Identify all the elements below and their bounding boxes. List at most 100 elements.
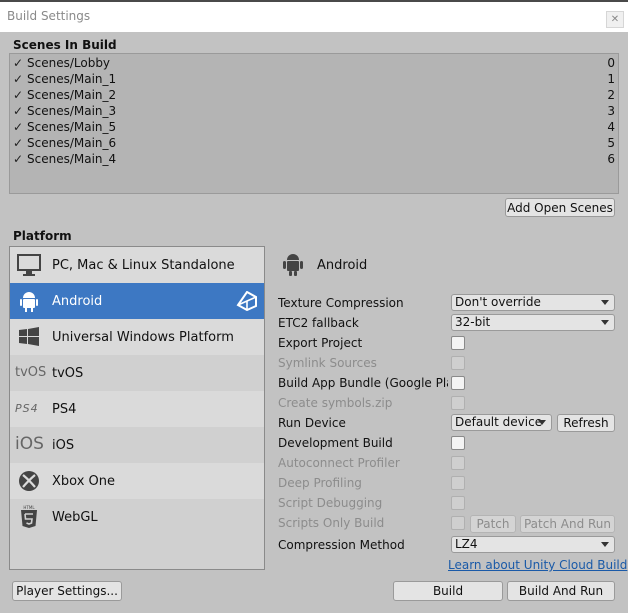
player-settings-button[interactable]: Player Settings... (12, 581, 122, 601)
scene-checkbox[interactable]: ✓ (13, 57, 25, 69)
scripts-only-build-checkbox (451, 516, 465, 530)
scene-row[interactable]: ✓ Scenes/Main_5 4 (12, 119, 615, 135)
autoconnect-profiler-label: Autoconnect Profiler (278, 456, 400, 470)
html5-icon: HTML (21, 505, 37, 528)
platform-name: PC, Mac & Linux Standalone (52, 258, 235, 273)
build-button[interactable]: Build (393, 581, 503, 601)
title-bar: Build Settings ✕ (0, 0, 628, 32)
tvos-icon: tvOS (15, 365, 47, 380)
compression-method-label: Compression Method (278, 538, 405, 552)
scene-name: Scenes/Main_5 (27, 120, 117, 134)
unity-cloud-build-link[interactable]: Learn about Unity Cloud Build (448, 558, 627, 572)
run-device-label: Run Device (278, 416, 346, 430)
platform-item-standalone[interactable]: PC, Mac & Linux Standalone (10, 247, 264, 283)
scene-row[interactable]: ✓ Scenes/Main_1 1 (12, 71, 615, 87)
build-and-run-button[interactable]: Build And Run (507, 581, 615, 601)
scene-index: 2 (607, 88, 615, 102)
export-project-checkbox[interactable] (451, 336, 465, 350)
build-app-bundle-checkbox[interactable] (451, 376, 465, 390)
platform-item-uwp[interactable]: Universal Windows Platform (10, 319, 264, 355)
platform-name: iOS (52, 438, 75, 453)
scene-checkbox[interactable]: ✓ (13, 137, 25, 149)
autoconnect-profiler-checkbox (451, 456, 465, 470)
scripts-only-build-label: Scripts Only Build (278, 516, 385, 530)
add-open-scenes-button[interactable]: Add Open Scenes (505, 198, 615, 217)
refresh-button[interactable]: Refresh (557, 414, 615, 432)
platform-name: Universal Windows Platform (52, 330, 234, 345)
texture-compression-dropdown[interactable]: Don't override (451, 294, 615, 311)
platform-name: Android (52, 294, 103, 309)
platform-settings-title: Android (317, 258, 368, 273)
scene-row[interactable]: ✓ Scenes/Main_2 2 (12, 87, 615, 103)
svg-text:HTML: HTML (23, 505, 35, 510)
scene-index: 5 (607, 136, 615, 150)
create-symbols-label: Create symbols.zip (278, 396, 393, 410)
patch-and-run-button: Patch And Run (520, 515, 615, 533)
scene-row[interactable]: ✓ Scenes/Lobby 0 (12, 55, 615, 71)
platform-item-ios[interactable]: iOS iOS (10, 427, 264, 463)
close-button[interactable]: ✕ (606, 11, 624, 28)
deep-profiling-checkbox (451, 476, 465, 490)
etc2-fallback-dropdown[interactable]: 32-bit (451, 314, 615, 331)
platform-label: Platform (13, 229, 72, 243)
build-app-bundle-label: Build App Bundle (Google Play) (278, 376, 448, 390)
deep-profiling-label: Deep Profiling (278, 476, 362, 490)
window-title: Build Settings (7, 9, 91, 23)
monitor-icon (17, 254, 41, 276)
scene-index: 4 (607, 120, 615, 134)
scene-checkbox[interactable]: ✓ (13, 89, 25, 101)
script-debugging-checkbox (451, 496, 465, 510)
texture-compression-label: Texture Compression (278, 296, 404, 310)
scene-row[interactable]: ✓ Scenes/Main_6 5 (12, 135, 615, 151)
export-project-label: Export Project (278, 336, 363, 350)
scene-index: 6 (607, 152, 615, 166)
scene-name: Scenes/Main_4 (27, 152, 117, 166)
platform-item-tvos[interactable]: tvOS tvOS (10, 355, 264, 391)
chevron-down-icon (601, 320, 609, 325)
android-icon (20, 292, 38, 312)
compression-method-dropdown[interactable]: LZ4 (451, 536, 615, 553)
unity-logo-icon (236, 291, 257, 311)
ios-icon: iOS (15, 434, 44, 454)
script-debugging-label: Script Debugging (278, 496, 383, 510)
etc2-fallback-value: 32-bit (455, 315, 491, 329)
symlink-sources-label: Symlink Sources (278, 356, 377, 370)
android-icon (283, 254, 303, 276)
platform-item-android[interactable]: Android (10, 283, 264, 319)
platform-item-webgl[interactable]: HTML WebGL (10, 499, 264, 535)
run-device-value: Default device (455, 415, 543, 429)
platform-name: WebGL (52, 510, 98, 525)
windows-icon (19, 327, 39, 346)
chevron-down-icon (538, 420, 546, 425)
scenes-in-build-label: Scenes In Build (13, 38, 117, 52)
development-build-label: Development Build (278, 436, 393, 450)
scene-name: Scenes/Main_1 (27, 72, 117, 86)
scene-name: Scenes/Main_3 (27, 104, 117, 118)
texture-compression-value: Don't override (455, 295, 541, 309)
platform-name: PS4 (52, 402, 77, 417)
symlink-sources-checkbox (451, 356, 465, 370)
scene-index: 1 (607, 72, 615, 86)
xbox-icon (19, 471, 39, 491)
chevron-down-icon (601, 300, 609, 305)
scene-checkbox[interactable]: ✓ (13, 105, 25, 117)
scene-row[interactable]: ✓ Scenes/Main_3 3 (12, 103, 615, 119)
platform-item-ps4[interactable]: PS4 PS4 (10, 391, 264, 427)
patch-button: Patch (470, 515, 516, 533)
scene-checkbox[interactable]: ✓ (13, 121, 25, 133)
scene-checkbox[interactable]: ✓ (13, 153, 25, 165)
scenes-list[interactable]: ✓ Scenes/Lobby 0 ✓ Scenes/Main_1 1 ✓ Sce… (9, 53, 619, 194)
scene-checkbox[interactable]: ✓ (13, 73, 25, 85)
run-device-dropdown[interactable]: Default device (451, 414, 552, 431)
platform-name: tvOS (52, 366, 84, 381)
scene-name: Scenes/Main_2 (27, 88, 117, 102)
etc2-fallback-label: ETC2 fallback (278, 316, 359, 330)
development-build-checkbox[interactable] (451, 436, 465, 450)
platform-list[interactable]: PC, Mac & Linux Standalone Android Unive… (9, 246, 265, 570)
scene-row[interactable]: ✓ Scenes/Main_4 6 (12, 151, 615, 167)
create-symbols-checkbox (451, 396, 465, 410)
scene-index: 3 (607, 104, 615, 118)
compression-method-value: LZ4 (455, 537, 478, 551)
platform-item-xbox-one[interactable]: Xbox One (10, 463, 264, 499)
platform-name: Xbox One (52, 474, 116, 489)
